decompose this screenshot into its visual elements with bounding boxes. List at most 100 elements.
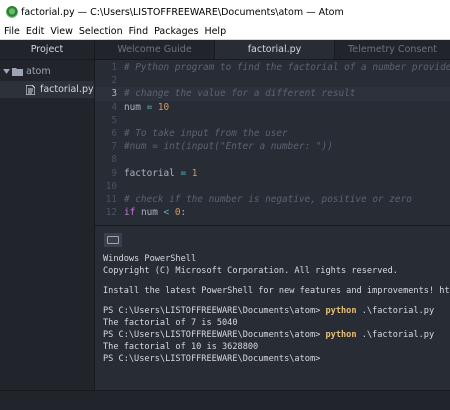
menu-packages[interactable]: Packages <box>154 26 198 37</box>
terminal-line: The factorial of 7 is 5040 <box>103 317 450 329</box>
code-text: if num < 0: <box>124 206 186 219</box>
tab-bar: Welcome Guide factorial.py Telemetry Con… <box>95 40 450 60</box>
terminal-text: The factorial of 10 is 3628800 <box>103 342 259 352</box>
title-bar: factorial.py — C:\Users\LISTOFFREEWARE\D… <box>0 0 450 24</box>
code-line[interactable]: 8 <box>95 153 450 166</box>
code-line[interactable]: 7 #num = int(input("Enter a number: ")) <box>95 140 450 153</box>
terminal-line: Windows PowerShell <box>103 253 450 265</box>
project-sidebar: Project atom factorial.py <box>0 40 95 390</box>
code-line[interactable]: 1 # Python program to find the factorial … <box>95 61 450 74</box>
tree-folder-atom[interactable]: atom <box>0 63 94 80</box>
terminal-text: .\factorial.py <box>356 330 435 340</box>
terminal-line: Copyright (C) Microsoft Corporation. All… <box>103 265 450 277</box>
terminal-line: PS C:\Users\LISTOFFREEWARE\Documents\ato… <box>103 305 450 317</box>
menu-find[interactable]: Find <box>129 26 148 37</box>
terminal-text: python <box>325 306 357 316</box>
code-text: #num = int(input("Enter a number: ")) <box>124 140 333 153</box>
menu-selection[interactable]: Selection <box>79 26 123 37</box>
tab-label: factorial.py <box>247 44 302 55</box>
code-line[interactable]: 12 if num < 0: <box>95 206 450 219</box>
tab-telemetry-consent[interactable]: Telemetry Consent <box>335 40 450 59</box>
file-text-icon <box>26 84 40 95</box>
terminal-text: .\factorial.py <box>356 306 435 316</box>
menu-bar: File Edit View Selection Find Packages H… <box>0 24 450 40</box>
code-token: num <box>124 101 147 113</box>
code-text: num = 10 <box>124 101 169 114</box>
tab-factorial-py[interactable]: factorial.py <box>215 40 335 59</box>
terminal-text: PS C:\Users\LISTOFFREEWARE\Documents\ato… <box>103 354 321 364</box>
terminal-line: Install the latest PowerShell for new fe… <box>103 285 450 297</box>
code-line[interactable]: 9 factorial = 1 <box>95 167 450 180</box>
code-text: # change the value for a different resul… <box>124 87 355 100</box>
line-number: 9 <box>111 167 117 179</box>
menu-file[interactable]: File <box>4 26 20 37</box>
code-token: if <box>124 207 136 219</box>
menu-help[interactable]: Help <box>204 26 226 37</box>
terminal-text: Install the latest PowerShell for new fe… <box>103 286 450 296</box>
tree-file-label: factorial.py <box>40 84 94 95</box>
code-line[interactable]: 11 # check if the number is negative, pos… <box>95 193 450 206</box>
code-line[interactable]: 10 <box>95 180 450 193</box>
line-number: 12 <box>105 207 117 219</box>
code-token: factorial <box>124 167 181 179</box>
sidebar-title: Project <box>30 44 64 55</box>
terminal-line: The factorial of 10 is 3628800 <box>103 341 450 353</box>
code-text: # check if the number is negative, posit… <box>124 193 412 206</box>
terminal-line: PS C:\Users\LISTOFFREEWARE\Documents\ato… <box>103 329 450 341</box>
code-line[interactable]: 4 num = 10 <box>95 101 450 114</box>
line-number: 11 <box>105 193 117 205</box>
terminal-text: Copyright (C) Microsoft Corporation. All… <box>103 266 398 276</box>
terminal-text: The factorial of 7 is 5040 <box>103 318 238 328</box>
chevron-down-icon <box>3 69 12 74</box>
menu-view[interactable]: View <box>50 26 73 37</box>
code-text: # To take input from the user <box>124 127 288 140</box>
code-text: factorial = 1 <box>124 167 197 180</box>
terminal-text: PS C:\Users\LISTOFFREEWARE\Documents\ato… <box>103 330 326 340</box>
code-token: # Python program to find the factorial o… <box>124 62 450 73</box>
code-token: # check if the number is negative, posit… <box>124 193 412 205</box>
code-line[interactable]: 6 # To take input from the user <box>95 127 450 140</box>
tab-label: Telemetry Consent <box>348 44 437 55</box>
code-token: #num = int(input("Enter a number: ")) <box>124 141 333 153</box>
terminal-icon[interactable] <box>104 232 122 247</box>
terminal-text: Windows PowerShell <box>103 254 197 264</box>
menu-edit[interactable]: Edit <box>26 26 44 37</box>
code-token: : <box>180 207 187 219</box>
code-text: # Python program to find the factorial o… <box>124 61 450 74</box>
tree-folder-label: atom <box>26 66 51 77</box>
line-number: 10 <box>105 180 117 192</box>
line-number: 6 <box>111 127 117 139</box>
code-token: # To take input from the user <box>124 127 288 139</box>
terminal-tab-bar <box>95 226 450 253</box>
code-token: 1 <box>191 167 198 179</box>
window-title: factorial.py — C:\Users\LISTOFFREEWARE\D… <box>21 6 344 18</box>
atom-app-icon <box>6 6 18 18</box>
line-number: 7 <box>111 141 117 153</box>
line-number: 1 <box>111 62 117 73</box>
code-line[interactable]: 5 <box>95 114 450 127</box>
terminal-text: PS C:\Users\LISTOFFREEWARE\Documents\ato… <box>103 306 326 316</box>
tab-welcome-guide[interactable]: Welcome Guide <box>95 40 215 59</box>
terminal-text: python <box>325 330 357 340</box>
code-line[interactable]: 3 # change the value for a different resu… <box>95 87 450 101</box>
terminal-panel[interactable]: Windows PowerShell Copyright (C) Microsof… <box>95 225 450 390</box>
code-token: 10 <box>157 101 170 113</box>
line-number: 2 <box>111 75 117 87</box>
terminal-line: PS C:\Users\LISTOFFREEWARE\Documents\ato… <box>103 353 450 365</box>
code-token: num <box>135 207 164 219</box>
folder-icon <box>12 67 26 76</box>
line-number: 5 <box>111 114 117 126</box>
tab-label: Welcome Guide <box>117 44 192 55</box>
code-editor[interactable]: 1 # Python program to find the factorial … <box>95 60 450 225</box>
code-token: # change the value for a different resul… <box>124 88 356 100</box>
line-number: 3 <box>111 88 117 100</box>
line-number: 8 <box>111 154 117 166</box>
code-line[interactable]: 2 <box>95 74 450 87</box>
terminal-output[interactable]: Windows PowerShell Copyright (C) Microsof… <box>95 253 450 365</box>
line-number: 4 <box>111 101 117 113</box>
status-bar <box>0 390 450 410</box>
tree-file-factorial[interactable]: factorial.py <box>0 81 94 98</box>
sidebar-header[interactable]: Project <box>0 40 94 60</box>
